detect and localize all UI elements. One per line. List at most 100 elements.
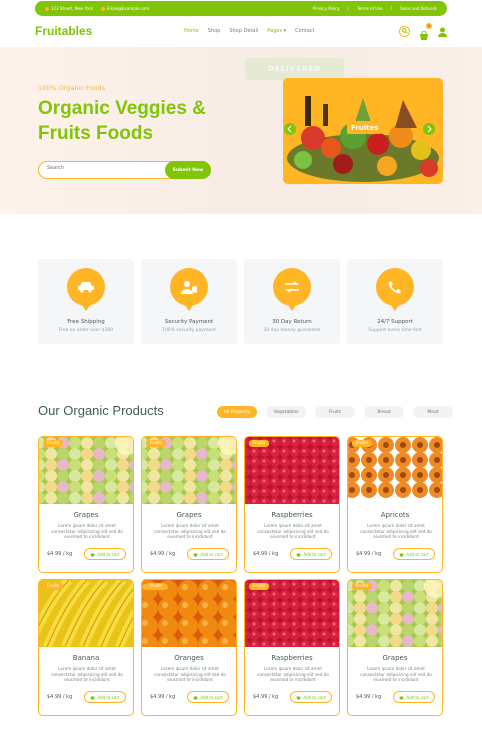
add-to-cart-button[interactable]: Add to cart	[84, 548, 126, 560]
product-description: Lorem ipsum dolor sit amet consectetur a…	[51, 666, 123, 683]
feature-security-payment: Security Payment 100% security payment	[141, 259, 237, 344]
category-badge: Fruits	[146, 440, 167, 447]
carousel-label: Fruites	[351, 124, 379, 132]
product-name[interactable]: Oranges	[142, 654, 236, 662]
user-icon[interactable]	[438, 22, 447, 41]
phone-icon	[376, 268, 414, 311]
envelope-icon	[100, 7, 105, 11]
product-price: $4.99 / kg	[253, 551, 279, 557]
add-to-cart-button[interactable]: Add to cart	[187, 691, 229, 703]
cart-count-badge: 3	[426, 23, 432, 29]
product-price: $4.99 / kg	[47, 551, 73, 557]
nav-home[interactable]: Home	[184, 28, 199, 34]
hero-section: DELIVERED 100% Organic Foods Organic Veg…	[0, 47, 482, 214]
product-description: Lorem ipsum dolor sit amet consectetur a…	[154, 666, 226, 683]
hero-search-input[interactable]	[47, 165, 147, 171]
add-to-cart-button[interactable]: Add to cart	[290, 548, 332, 560]
product-name[interactable]: Apricots	[348, 511, 442, 519]
product-price: $4.99 / kg	[150, 551, 176, 557]
add-to-cart-button[interactable]: Add to cart	[393, 691, 435, 703]
shopping-bag-icon	[193, 696, 198, 699]
product-image[interactable]	[245, 580, 339, 650]
product-description: Lorem ipsum dolor sit amet consectetur a…	[51, 523, 123, 540]
category-badge: Fruits	[249, 583, 270, 590]
nav-shop[interactable]: Shop	[208, 28, 221, 34]
product-image[interactable]	[39, 437, 133, 504]
nav-pages[interactable]: Pages ▾	[267, 28, 286, 34]
shopping-bag-icon	[90, 553, 95, 556]
product-image[interactable]	[348, 437, 442, 504]
tab-fruits[interactable]: Fruits	[315, 406, 355, 418]
nav-contact[interactable]: Contact	[295, 28, 314, 34]
hero-search-bar: Submit Now	[38, 161, 211, 179]
product-description: Lorem ipsum dolor sit amet consectetur a…	[257, 666, 329, 683]
search-icon[interactable]	[399, 25, 410, 37]
category-badge: Fruits	[352, 440, 373, 447]
tab-all-products[interactable]: All Products	[217, 406, 257, 418]
product-card[interactable]: Fruits Apricots Lorem ipsum dolor sit am…	[347, 436, 443, 573]
product-description: Lorem ipsum dolor sit amet consectetur a…	[360, 523, 432, 540]
terms-link[interactable]: Terms of Use	[357, 6, 383, 11]
cart-icon[interactable]: 3	[419, 23, 432, 40]
product-description: Lorem ipsum dolor sit amet consectetur a…	[360, 666, 432, 683]
features-row: Free Shipping Free on order over $300 Se…	[38, 259, 443, 344]
hero-title: Organic Veggies & Fruits Foods	[38, 98, 206, 144]
shopping-bag-icon	[399, 696, 404, 699]
submit-now-button[interactable]: Submit Now	[165, 161, 211, 179]
privacy-link[interactable]: Privacy Policy	[312, 6, 339, 11]
product-name[interactable]: Banana	[39, 654, 133, 662]
add-to-cart-button[interactable]: Add to cart	[393, 548, 435, 560]
tab-meat[interactable]: Meat	[413, 406, 453, 418]
address-info: 123 Street, New York	[45, 6, 93, 11]
products-heading: Our Organic Products	[38, 403, 164, 418]
product-image[interactable]	[142, 437, 236, 504]
tab-vegetables[interactable]: Vegetables	[266, 406, 306, 418]
add-to-cart-button[interactable]: Add to cart	[187, 548, 229, 560]
shopping-bag-icon	[296, 553, 301, 556]
product-card[interactable]: Fruits Oranges Lorem ipsum dolor sit ame…	[141, 579, 237, 716]
add-to-cart-button[interactable]: Add to cart	[290, 691, 332, 703]
site-logo[interactable]: Fruitables	[35, 24, 92, 38]
category-badge: Fruits	[352, 583, 373, 590]
product-card[interactable]: Fruits Grapes Lorem ipsum dolor sit amet…	[141, 436, 237, 573]
product-image[interactable]	[348, 580, 442, 647]
product-image[interactable]	[142, 580, 236, 654]
product-price: $4.99 / kg	[356, 551, 382, 557]
category-badge: Fruits	[43, 440, 64, 447]
product-name[interactable]: Grapes	[142, 511, 236, 519]
nav-icons: 3	[399, 22, 447, 41]
product-card[interactable]: Fruits Raspberries Lorem ipsum dolor sit…	[244, 436, 340, 573]
map-marker-icon	[45, 7, 49, 11]
category-badge: Fruits	[249, 440, 270, 447]
email-info[interactable]: Email@Example.com	[100, 6, 149, 11]
hero-carousel[interactable]: Fruites	[283, 78, 443, 184]
nav-menu: Home Shop Shop Detail Pages ▾ Contact	[184, 28, 315, 34]
car-icon	[67, 268, 105, 311]
product-card[interactable]: Fruits Grapes Lorem ipsum dolor sit amet…	[347, 579, 443, 716]
add-to-cart-button[interactable]: Add to cart	[84, 691, 126, 703]
category-badge: Fruits	[146, 583, 167, 590]
product-name[interactable]: Raspberries	[245, 654, 339, 662]
exchange-icon	[273, 268, 311, 311]
product-image[interactable]	[39, 580, 133, 649]
product-card[interactable]: Fruits Raspberries Lorem ipsum dolor sit…	[244, 579, 340, 716]
feature-30-day-return: 30 Day Return 30 day money guarantee	[244, 259, 340, 344]
feature-24-7-support: 24/7 Support Support every time fast	[347, 259, 443, 344]
hero-tagline: 100% Organic Foods	[38, 84, 105, 92]
product-image[interactable]	[245, 437, 339, 507]
shopping-bag-icon	[193, 553, 198, 556]
refunds-link[interactable]: Sales and Refunds	[400, 6, 437, 11]
product-name[interactable]: Grapes	[39, 511, 133, 519]
product-card[interactable]: Fruits Banana Lorem ipsum dolor sit amet…	[38, 579, 134, 716]
tab-bread[interactable]: Bread	[364, 406, 404, 418]
user-shield-icon	[170, 268, 208, 311]
chevron-down-icon: ▾	[283, 28, 287, 34]
product-description: Lorem ipsum dolor sit amet consectetur a…	[257, 523, 329, 540]
product-name[interactable]: Grapes	[348, 654, 442, 662]
nav-shop-detail[interactable]: Shop Detail	[229, 28, 258, 34]
top-info-bar: 123 Street, New York Email@Example.com P…	[35, 1, 447, 16]
product-card[interactable]: Fruits Grapes Lorem ipsum dolor sit amet…	[38, 436, 134, 573]
product-name[interactable]: Raspberries	[245, 511, 339, 519]
product-price: $4.99 / kg	[356, 694, 382, 700]
shopping-bag-icon	[90, 696, 95, 699]
